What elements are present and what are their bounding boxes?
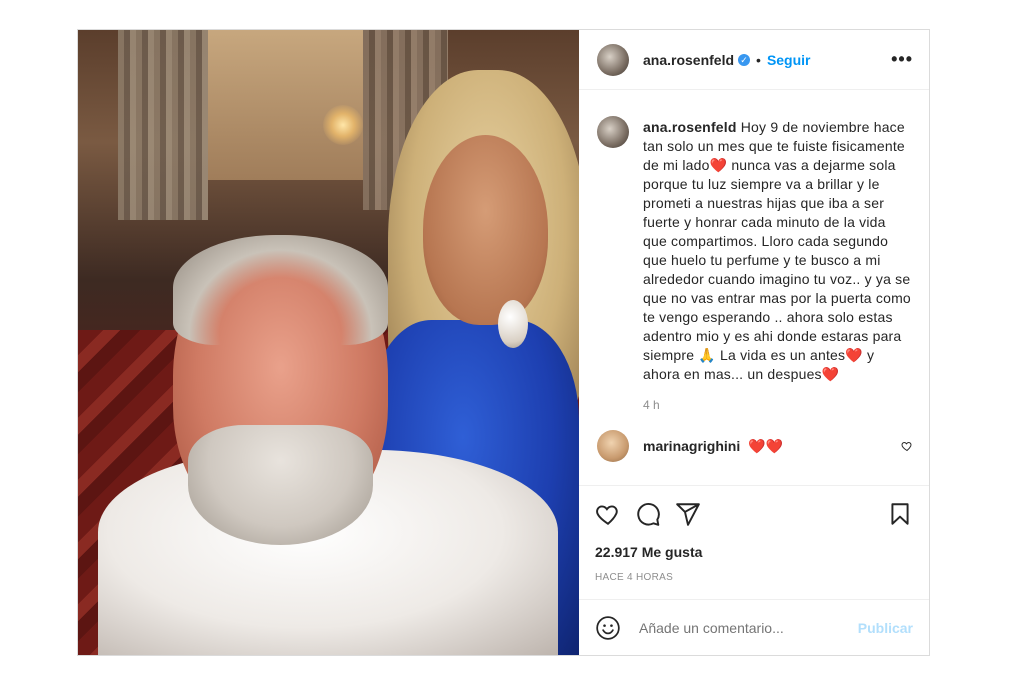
publish-button[interactable]: Publicar [858,620,913,636]
bookmark-icon[interactable] [887,501,913,527]
comment-username[interactable]: marinagrighini [643,438,740,454]
post-timestamp[interactable]: HACE 4 HORAS [595,572,913,583]
instagram-post-frame: ana.rosenfeld ✓ • Seguir ••• ana.rosenfe… [77,29,930,656]
verified-badge-icon: ✓ [738,53,751,66]
more-options-icon[interactable]: ••• [891,49,913,70]
comment-avatar[interactable] [597,430,629,462]
photo-woman-face [423,135,548,325]
heart-icon[interactable] [595,501,621,527]
post-header: ana.rosenfeld ✓ • Seguir ••• [579,30,929,90]
follow-button[interactable]: Seguir [767,52,811,68]
heart-outline-icon[interactable] [901,440,913,455]
post-sidebar: ana.rosenfeld ✓ • Seguir ••• ana.rosenfe… [579,30,929,655]
avatar[interactable] [597,43,629,76]
photo-man-hair [173,235,388,345]
caption-username[interactable]: ana.rosenfeld [643,119,737,135]
caption-avatar[interactable] [597,116,629,148]
comment-text: ❤️❤️ [748,437,784,454]
comment-icon[interactable] [635,501,661,527]
add-comment-bar: Publicar [579,599,929,655]
post-photo[interactable] [78,30,579,655]
separator-dot: • [756,51,761,68]
photo-lamp [323,105,363,145]
post-actions: 22.917 Me gusta HACE 4 HORAS [579,485,929,583]
caption-text-block: ana.rosenfeld Hoy 9 de noviembre hace ta… [643,118,913,384]
photo-man-beard [188,425,373,545]
header-username[interactable]: ana.rosenfeld [643,52,734,68]
caption-text: Hoy 9 de noviembre hace tan solo un mes … [643,119,911,382]
comment-row: marinagrighini ❤️❤️ [579,412,929,462]
caption: ana.rosenfeld Hoy 9 de noviembre hace ta… [579,90,929,384]
likes-count[interactable]: 22.917 Me gusta [595,544,913,560]
caption-time[interactable]: 4 h [643,398,929,412]
action-icons [595,498,913,530]
photo-earring [498,300,528,348]
share-icon[interactable] [675,501,701,527]
emoji-icon[interactable] [595,615,621,641]
photo-curtain [118,30,208,220]
comment-input[interactable] [637,618,858,637]
post-comments-area: ana.rosenfeld Hoy 9 de noviembre hace ta… [579,90,929,485]
